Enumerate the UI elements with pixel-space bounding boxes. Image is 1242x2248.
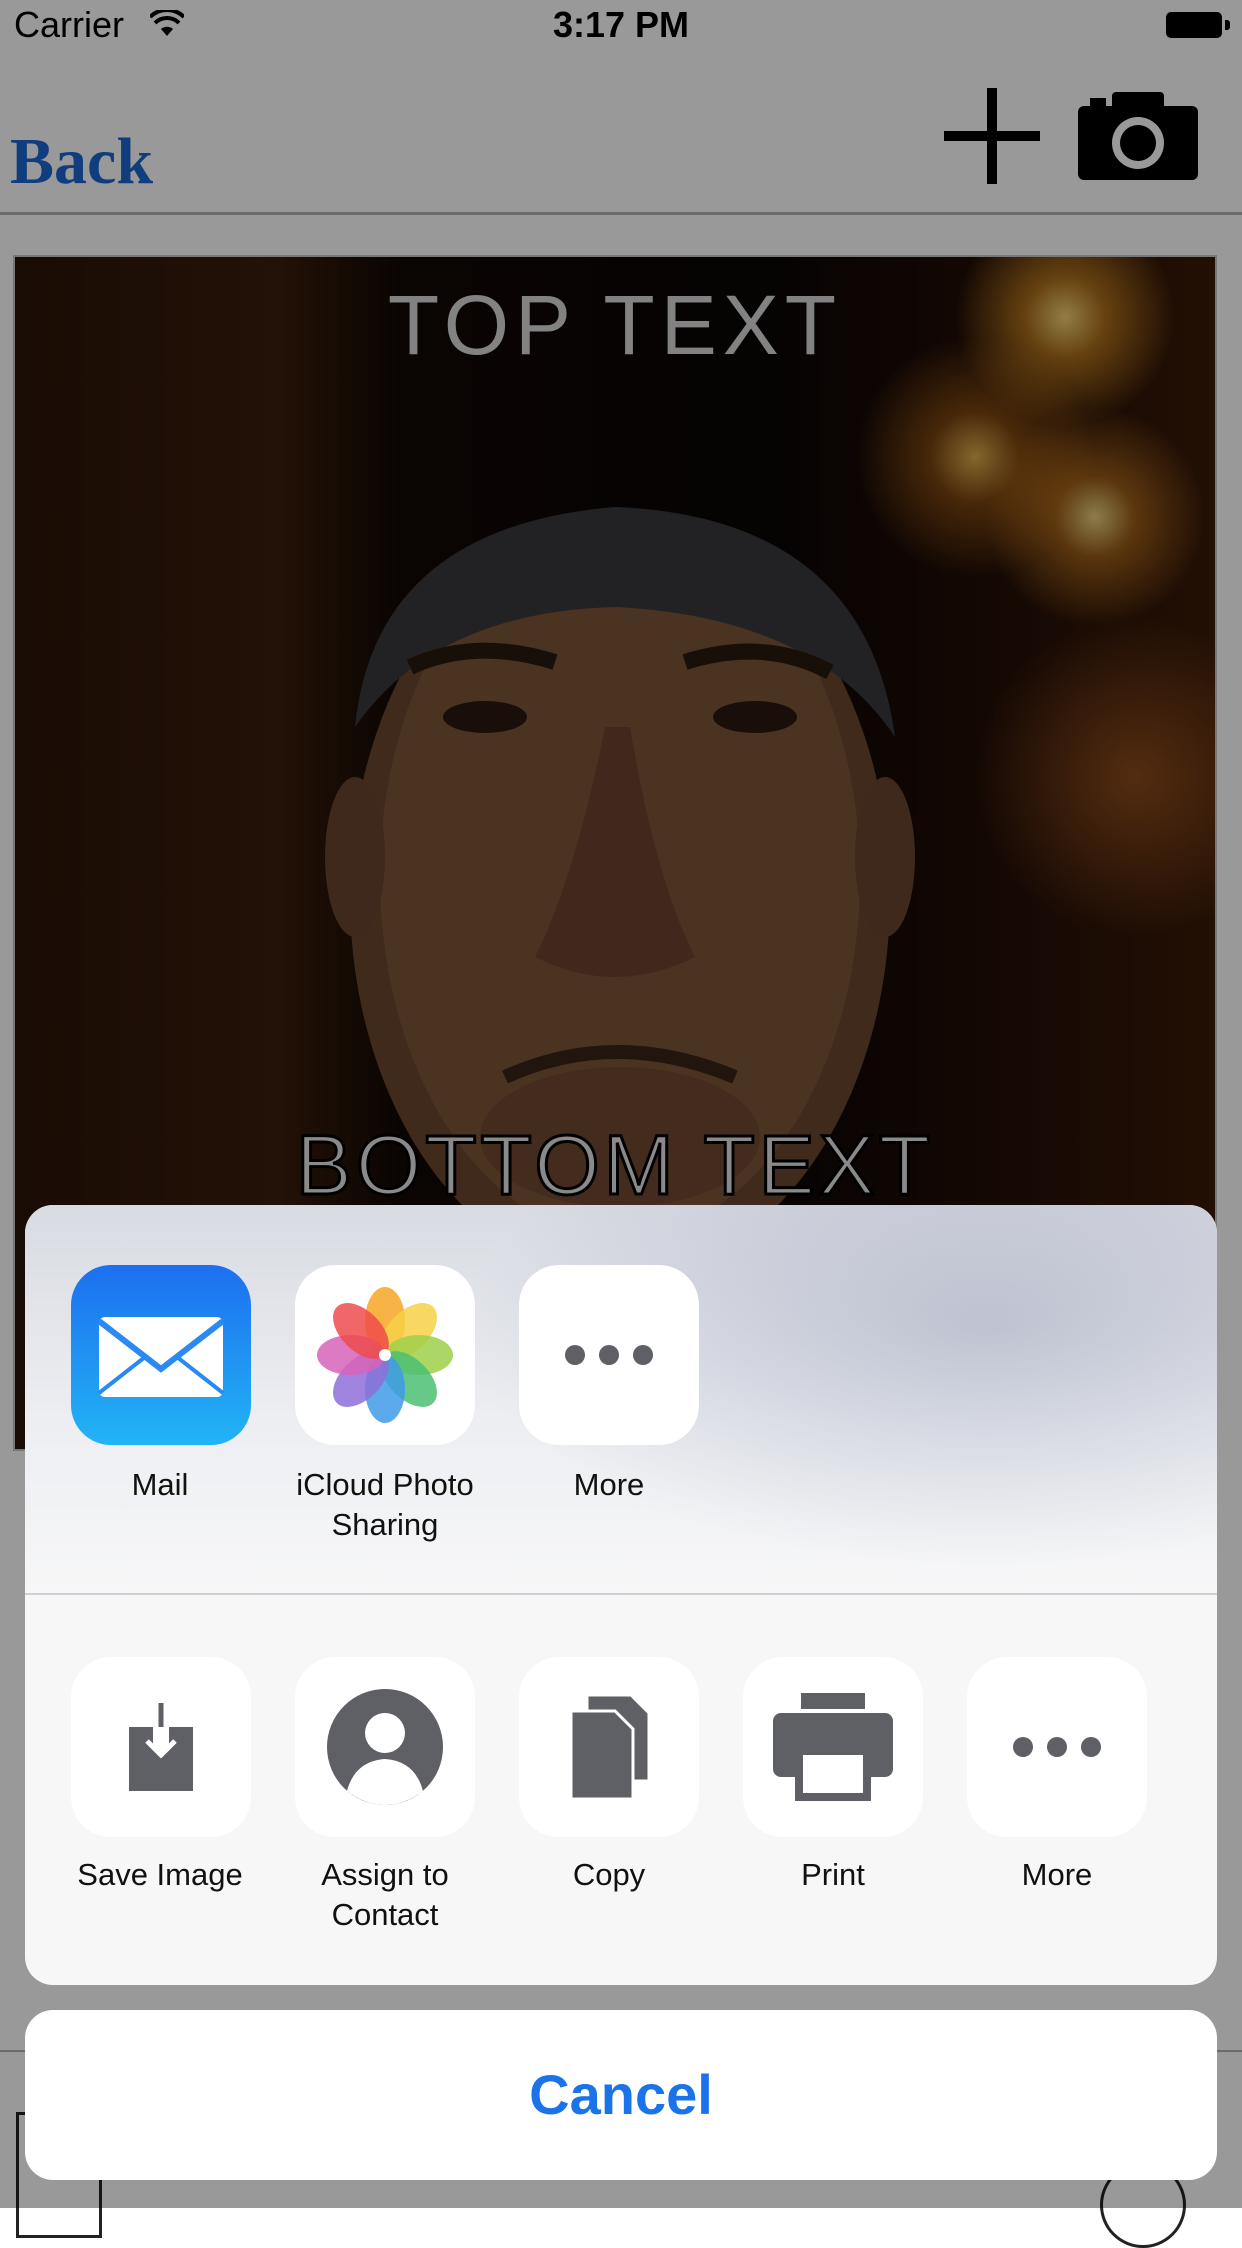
- action-label: Print: [801, 1857, 865, 1892]
- action-assign-to-contact[interactable]: [295, 1657, 475, 1837]
- share-app-icloud-photo-sharing[interactable]: [295, 1265, 475, 1445]
- cancel-label: Cancel: [529, 2063, 713, 2126]
- save-image-icon: [129, 1703, 193, 1791]
- divider: [25, 1593, 1217, 1595]
- action-label: Save Image: [77, 1857, 243, 1892]
- share-sheet: Mail iCloud Photo Sharing More Save Imag…: [25, 1205, 1217, 1985]
- action-copy[interactable]: [519, 1657, 699, 1837]
- print-icon: [773, 1693, 893, 1801]
- action-label: Copy: [572, 1857, 646, 1892]
- share-app-more[interactable]: [519, 1265, 699, 1445]
- copy-icon: [569, 1693, 651, 1801]
- contact-icon: [327, 1689, 443, 1805]
- mail-icon: [97, 1317, 225, 1397]
- action-more[interactable]: [967, 1657, 1147, 1837]
- share-app-label: More: [573, 1467, 645, 1502]
- share-app-mail[interactable]: [71, 1265, 251, 1445]
- action-print[interactable]: [743, 1657, 923, 1837]
- share-app-label: iCloud Photo Sharing: [296, 1467, 474, 1542]
- action-label: More: [1021, 1857, 1093, 1892]
- action-label: Assign to Contact: [321, 1857, 449, 1932]
- action-save-image[interactable]: [71, 1657, 251, 1837]
- share-app-label: Mail: [131, 1467, 189, 1502]
- photos-icon: [317, 1287, 453, 1423]
- cancel-button[interactable]: Cancel: [25, 2010, 1217, 2180]
